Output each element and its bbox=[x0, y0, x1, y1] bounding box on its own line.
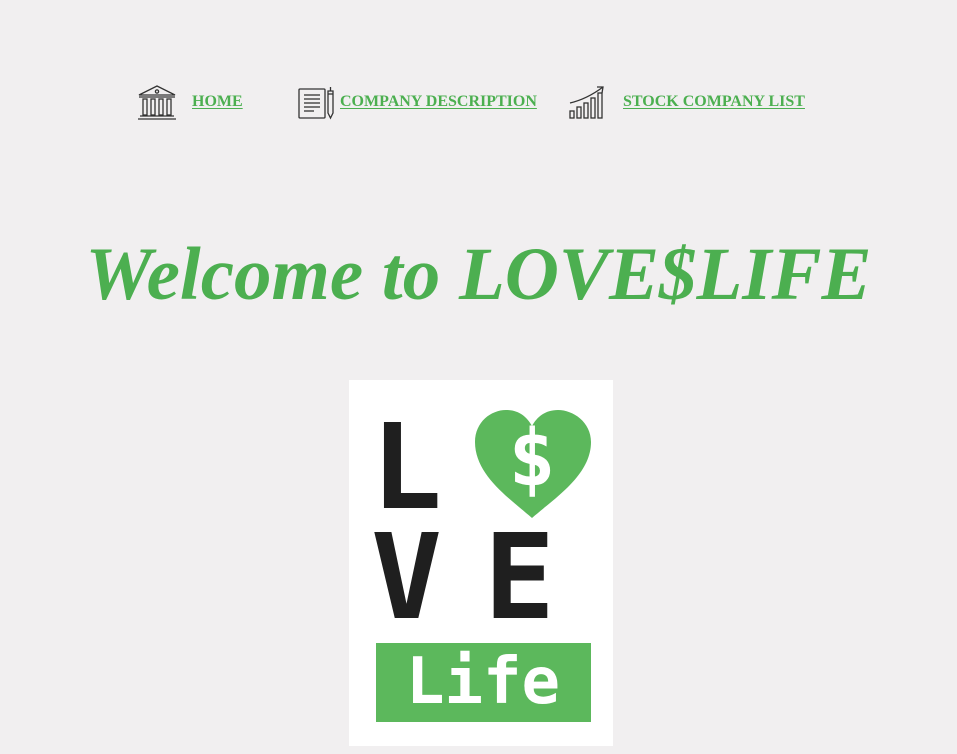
growth-chart-icon bbox=[567, 83, 607, 121]
love-life-logo: L $ V E Life bbox=[349, 380, 613, 746]
logo-letter-e: E bbox=[484, 508, 555, 646]
page-title: Welcome to LOVE$LIFE bbox=[85, 233, 872, 316]
logo-letter-v: V bbox=[371, 508, 442, 646]
nav-link-home[interactable]: HOME bbox=[192, 93, 243, 111]
heart-icon: $ bbox=[475, 410, 591, 518]
nav-item-stock-company-list[interactable]: STOCK COMPANY LIST bbox=[567, 78, 805, 126]
document-pen-icon bbox=[297, 83, 337, 121]
nav-item-company-description[interactable]: COMPANY DESCRIPTION bbox=[297, 78, 537, 126]
top-navigation: HOME COMPANY DESCRIPTION STOCK COMPANY L… bbox=[0, 78, 957, 126]
logo-dollar-sign: $ bbox=[509, 414, 556, 504]
nav-link-stock-company-list[interactable]: STOCK COMPANY LIST bbox=[623, 93, 805, 111]
nav-link-company-description[interactable]: COMPANY DESCRIPTION bbox=[340, 93, 537, 111]
nav-item-home[interactable]: HOME bbox=[136, 78, 243, 126]
logo-life-word: Life bbox=[406, 645, 560, 719]
bank-icon bbox=[136, 83, 178, 121]
